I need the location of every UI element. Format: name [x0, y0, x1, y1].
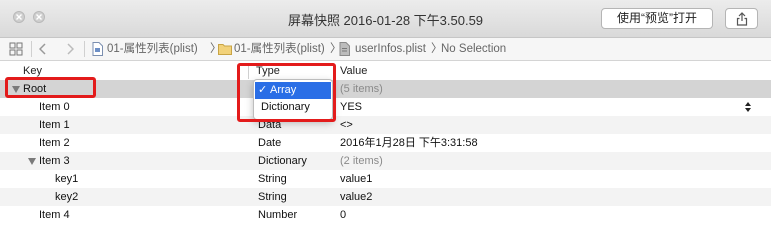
row-type[interactable]: Number [258, 206, 297, 224]
row-value[interactable]: value1 [340, 170, 372, 188]
jump-bar: 01-属性列表(plist) 〉 01-属性列表(plist) 〉 userIn… [0, 38, 771, 61]
row-type[interactable]: Date [258, 134, 281, 152]
row-key: Item 3 [39, 155, 70, 167]
back-button[interactable] [39, 43, 47, 55]
row-type[interactable]: String [258, 188, 287, 206]
row-value: (5 items) [340, 83, 383, 95]
plist-file-icon [339, 42, 350, 59]
table-row[interactable]: Item 4 Number 0 [0, 206, 771, 224]
folder-icon [218, 43, 232, 58]
disclosure-triangle-icon[interactable] [28, 158, 36, 165]
share-button[interactable] [725, 8, 758, 29]
row-key: key1 [55, 173, 79, 185]
open-with-preview-button[interactable]: 使用“预览”打开 [601, 8, 713, 29]
row-value[interactable]: <> [340, 116, 353, 134]
highlight-box-root [5, 77, 96, 98]
row-value[interactable]: YES [340, 98, 362, 116]
row-key: Item 1 [39, 119, 70, 131]
table-row[interactable]: key2 String value2 [0, 188, 771, 206]
table-row[interactable]: Item 0 Boolean YES [0, 98, 771, 116]
breadcrumb-project[interactable]: 01-属性列表(plist) [107, 38, 198, 60]
table-row[interactable]: key1 String value1 [0, 170, 771, 188]
related-items-button[interactable] [9, 42, 23, 56]
title-bar: 屏幕快照 2016-01-28 下午3.50.59 使用“预览”打开 [0, 0, 771, 38]
table-row[interactable]: Root Array (5 items) [0, 80, 771, 98]
row-key: Item 2 [39, 137, 70, 149]
row-value[interactable]: 0 [340, 206, 346, 224]
project-file-icon [92, 42, 103, 59]
row-key: key2 [55, 191, 79, 203]
column-header-value[interactable]: Value [340, 65, 367, 77]
share-icon [736, 12, 748, 26]
row-value[interactable]: value2 [340, 188, 372, 206]
breadcrumb-file[interactable]: userInfos.plist [355, 38, 426, 60]
chevron-right-icon [67, 43, 74, 55]
chevron-left-icon [39, 43, 46, 55]
row-value[interactable]: 2016年1月28日 下午3:31:58 [340, 134, 478, 152]
row-key: Item 0 [39, 101, 70, 113]
column-header-key[interactable]: Key [23, 65, 42, 77]
table-row[interactable]: Item 3 Dictionary (2 items) [0, 152, 771, 170]
row-key: Item 4 [39, 209, 70, 221]
breadcrumb-selection[interactable]: No Selection [441, 38, 506, 60]
table-row[interactable]: Item 1 Data <> [0, 116, 771, 134]
highlight-box-type-popup [237, 63, 336, 122]
row-type[interactable]: Dictionary [258, 152, 307, 170]
divider [84, 41, 85, 57]
breadcrumb-folder[interactable]: 01-属性列表(plist) [234, 38, 325, 60]
forward-button[interactable] [66, 43, 74, 55]
boolean-stepper-icon[interactable] [744, 101, 752, 113]
divider [31, 41, 32, 57]
grid-icon [9, 42, 23, 56]
row-value: (2 items) [340, 155, 383, 167]
row-type[interactable]: String [258, 170, 287, 188]
table-row[interactable]: Item 2 Date 2016年1月28日 下午3:31:58 [0, 134, 771, 152]
